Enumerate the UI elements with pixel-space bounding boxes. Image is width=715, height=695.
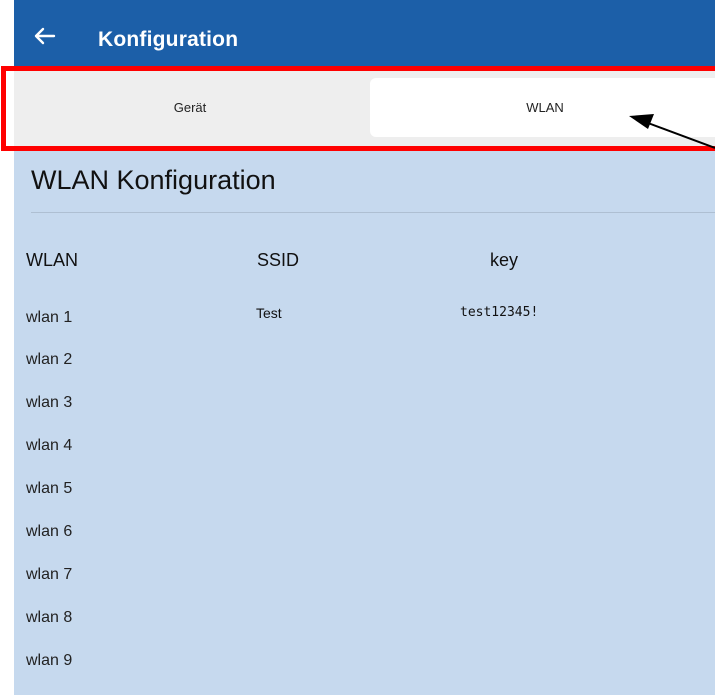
wlan-name-cell: wlan 4: [26, 437, 73, 454]
tab-geraet[interactable]: Gerät: [14, 78, 366, 137]
tab-wlan[interactable]: WLAN: [370, 78, 715, 137]
wlan-name-cell: wlan 7: [26, 566, 73, 583]
wlan-name-cell: wlan 9: [26, 652, 73, 669]
back-button[interactable]: [28, 20, 60, 52]
wlan-name-cell: wlan 5: [26, 480, 73, 497]
arrow-left-icon: [34, 27, 56, 45]
column-header-key: key: [490, 250, 519, 270]
wlan-name-cell: wlan 6: [26, 523, 73, 540]
wlan-name-cell: wlan 8: [26, 609, 73, 626]
tab-bar: Gerät WLAN: [14, 70, 715, 146]
column-header-wlan: WLAN: [26, 250, 79, 270]
page-title: Konfiguration: [98, 28, 239, 51]
section-divider: [31, 212, 715, 213]
wlan-name-cell: wlan 1: [26, 309, 73, 326]
ssid-cell[interactable]: Test: [256, 305, 282, 321]
section-title: WLAN Konfiguration: [31, 165, 276, 195]
tab-geraet-label: Gerät: [173, 100, 207, 115]
wlan-name-cell: wlan 2: [26, 351, 73, 368]
wlan-name-cell: wlan 3: [26, 394, 73, 411]
app-screen: Konfiguration Gerät WLAN WLAN Konfigurat…: [14, 0, 715, 695]
key-cell[interactable]: test12345!: [460, 305, 538, 320]
tab-wlan-label: WLAN: [526, 100, 564, 115]
app-bar: Konfiguration: [14, 0, 715, 70]
column-header-ssid: SSID: [257, 250, 300, 270]
